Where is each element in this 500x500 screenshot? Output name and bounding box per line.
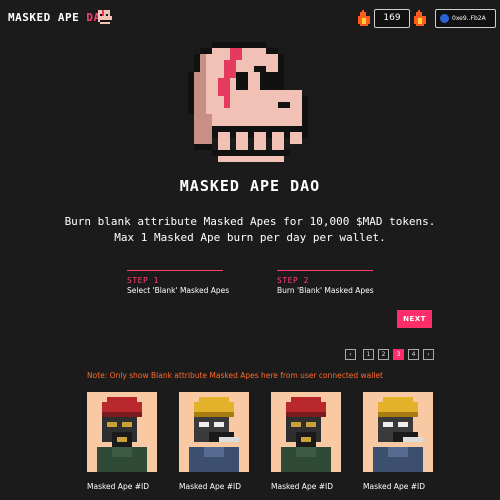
ape-card[interactable]: Masked Ape #ID <box>363 392 433 491</box>
skull-logo-icon[interactable] <box>96 8 114 26</box>
ape-image <box>179 392 249 472</box>
next-button[interactable]: NEXT <box>397 310 432 328</box>
ape-card[interactable]: Masked Ape #ID <box>271 392 341 491</box>
description-line-1: Burn blank attribute Masked Apes for 10,… <box>64 215 436 228</box>
wallet-note: Note: Only show Blank attribute Masked A… <box>87 371 383 380</box>
ape-name: Masked Ape #ID <box>363 482 425 491</box>
ape-image <box>87 392 157 472</box>
ape-image <box>363 392 433 472</box>
step-2-text: Burn 'Blank' Masked Apes <box>277 286 374 295</box>
page-4-button[interactable]: 4 <box>408 349 419 360</box>
step-1: STEP 1 Select 'Blank' Masked Apes <box>127 270 230 295</box>
description: Burn blank attribute Masked Apes for 10,… <box>0 214 500 246</box>
ape-name: Masked Ape #ID <box>271 482 333 491</box>
top-bar: MASKED APE DAO 169 0xe9..Fb2A <box>0 0 500 36</box>
token-count: 169 <box>374 9 410 28</box>
brand-name: MASKED APE <box>8 11 87 24</box>
ape-image <box>271 392 341 472</box>
ape-name: Masked Ape #ID <box>87 482 149 491</box>
brand-logo-text[interactable]: MASKED APE DAO <box>8 11 108 24</box>
description-line-2: Max 1 Masked Ape burn per day per wallet… <box>114 231 386 244</box>
ape-card[interactable]: Masked Ape #ID <box>179 392 249 491</box>
page-2-button[interactable]: 2 <box>378 349 389 360</box>
prev-page-button[interactable]: ‹ <box>345 349 356 360</box>
wallet-icon <box>440 14 449 23</box>
fire-icon <box>414 10 426 26</box>
fire-icon <box>358 10 370 26</box>
step-2-label: STEP 2 <box>277 276 309 285</box>
ape-card[interactable]: Masked Ape #ID <box>87 392 157 491</box>
ape-name: Masked Ape #ID <box>179 482 241 491</box>
page-title: MASKED APE DAO <box>179 177 321 195</box>
step-1-text: Select 'Blank' Masked Apes <box>127 286 230 295</box>
page-1-button[interactable]: 1 <box>363 349 374 360</box>
wallet-address: 0xe9..Fb2A <box>452 15 486 22</box>
step-1-label: STEP 1 <box>127 276 159 285</box>
masked-ape-skull-icon <box>188 42 308 162</box>
step-2: STEP 2 Burn 'Blank' Masked Apes <box>277 270 374 295</box>
page-3-button[interactable]: 3 <box>393 349 404 360</box>
wallet-button[interactable]: 0xe9..Fb2A <box>435 9 496 28</box>
next-page-button[interactable]: › <box>423 349 434 360</box>
